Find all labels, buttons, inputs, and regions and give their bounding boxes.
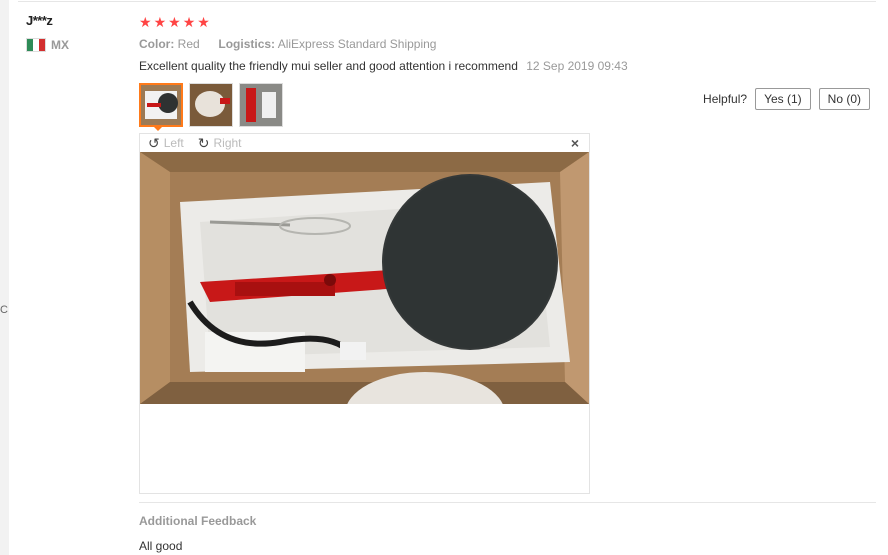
- active-thumbnail-indicator: [153, 126, 163, 131]
- color-value: Red: [177, 37, 200, 51]
- mexico-flag-icon: [26, 38, 46, 52]
- country-code: MX: [51, 38, 69, 52]
- review-photo: [140, 152, 589, 404]
- thumbnail-1[interactable]: [139, 83, 183, 127]
- viewer-toolbar: ↺ Left ↻ Right ×: [140, 134, 589, 152]
- photo-viewer: ↺ Left ↻ Right ×: [139, 133, 590, 494]
- review-date: 12 Sep 2019 09:43: [526, 59, 628, 73]
- star-icon: ★: [153, 14, 167, 30]
- rotate-left-button[interactable]: ↺ Left: [148, 135, 184, 152]
- logistics-value: AliExpress Standard Shipping: [277, 37, 437, 51]
- helpful-no-button[interactable]: No (0): [818, 88, 870, 110]
- helpful-vote: Helpful? Yes (1) No (0): [703, 88, 870, 110]
- review-text: Excellent quality the friendly mui selle…: [139, 59, 518, 73]
- additional-feedback-title: Additional Feedback: [139, 514, 257, 528]
- thumbnail-3[interactable]: [239, 83, 283, 127]
- close-icon[interactable]: ×: [571, 135, 579, 151]
- star-rating: ★ ★ ★ ★ ★: [139, 14, 210, 30]
- review-body: Excellent quality the friendly mui selle…: [139, 59, 628, 73]
- page-edge-text: C: [0, 304, 8, 316]
- star-icon: ★: [139, 14, 152, 30]
- helpful-yes-button[interactable]: Yes (1): [755, 88, 811, 110]
- reviewer-country: MX: [26, 38, 69, 52]
- helpful-label: Helpful?: [703, 92, 748, 106]
- rotate-left-label: Left: [163, 136, 184, 150]
- photo-thumbnails: [139, 83, 283, 127]
- left-gutter: [0, 0, 9, 555]
- star-icon: ★: [197, 14, 210, 30]
- logistics-label: Logistics:: [218, 37, 276, 51]
- additional-feedback-text: All good: [139, 539, 183, 553]
- rotate-right-button[interactable]: ↻ Right: [198, 135, 242, 152]
- thumbnail-2[interactable]: [189, 83, 233, 127]
- section-divider: [139, 502, 876, 503]
- rotate-right-label: Right: [213, 136, 242, 150]
- top-divider: [18, 1, 876, 2]
- reviewer-name: J***z: [26, 13, 53, 28]
- order-info: Color: Red Logistics: AliExpress Standar…: [139, 37, 436, 51]
- rotate-left-icon: ↺: [148, 134, 160, 151]
- star-icon: ★: [182, 14, 196, 30]
- rotate-right-icon: ↻: [197, 134, 210, 151]
- color-label: Color:: [139, 37, 175, 51]
- star-icon: ★: [168, 14, 181, 30]
